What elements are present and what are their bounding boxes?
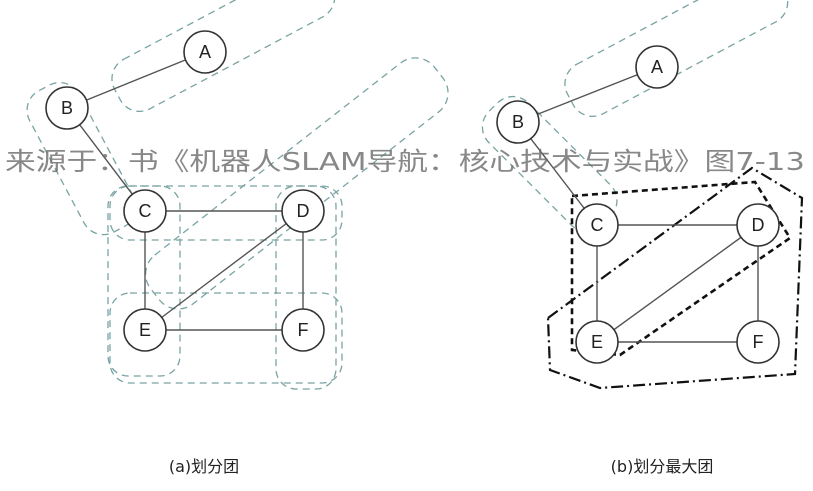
edge-d-e	[596, 224, 759, 343]
node-c: C	[123, 189, 167, 233]
node-b-label: B	[512, 112, 524, 132]
node-d-label: D	[752, 215, 765, 235]
panel-a: A B C D E F (a)划分团	[26, 0, 449, 476]
node-d-label: D	[297, 201, 310, 221]
node-f: F	[736, 320, 780, 364]
panel-b-caption: (b)划分最大团	[611, 457, 714, 476]
node-d: D	[736, 203, 780, 247]
node-b-label: B	[61, 98, 73, 118]
panel-b-nodes: A B C D E F	[496, 45, 780, 364]
edge-a-b	[66, 51, 206, 109]
panel-a-edges	[66, 51, 304, 331]
node-e: E	[575, 320, 619, 364]
node-a-label: A	[651, 57, 663, 77]
clique-de-outline	[144, 57, 449, 310]
node-a: A	[183, 30, 227, 74]
panel-b-edges	[517, 66, 759, 343]
edge-d-e	[144, 210, 304, 331]
node-c-label: C	[139, 201, 152, 221]
node-b: B	[45, 86, 89, 130]
panel-a-nodes: A B C D E F	[45, 30, 325, 352]
node-f-label: F	[298, 320, 309, 340]
edge-a-b	[517, 66, 658, 123]
clique-partition-figure: A B C D E F (a)划分团 A B C D E F (b)划分最大团 …	[5, 0, 805, 476]
panel-b: A B C D E F (b)划分最大团	[481, 0, 804, 476]
node-c-label: C	[591, 215, 604, 235]
node-f: F	[281, 308, 325, 352]
panel-a-caption: (a)划分团	[169, 457, 239, 476]
source-watermark: 来源于：书《机器人SLAM导航：核心技术与实战》图7-13	[5, 147, 805, 176]
node-a: A	[635, 45, 679, 89]
node-e: E	[123, 308, 167, 352]
node-e-label: E	[139, 320, 151, 340]
node-b: B	[496, 100, 540, 144]
node-a-label: A	[199, 42, 211, 62]
node-f-label: F	[753, 332, 764, 352]
node-d: D	[281, 189, 325, 233]
node-e-label: E	[591, 332, 603, 352]
node-c: C	[575, 203, 619, 247]
